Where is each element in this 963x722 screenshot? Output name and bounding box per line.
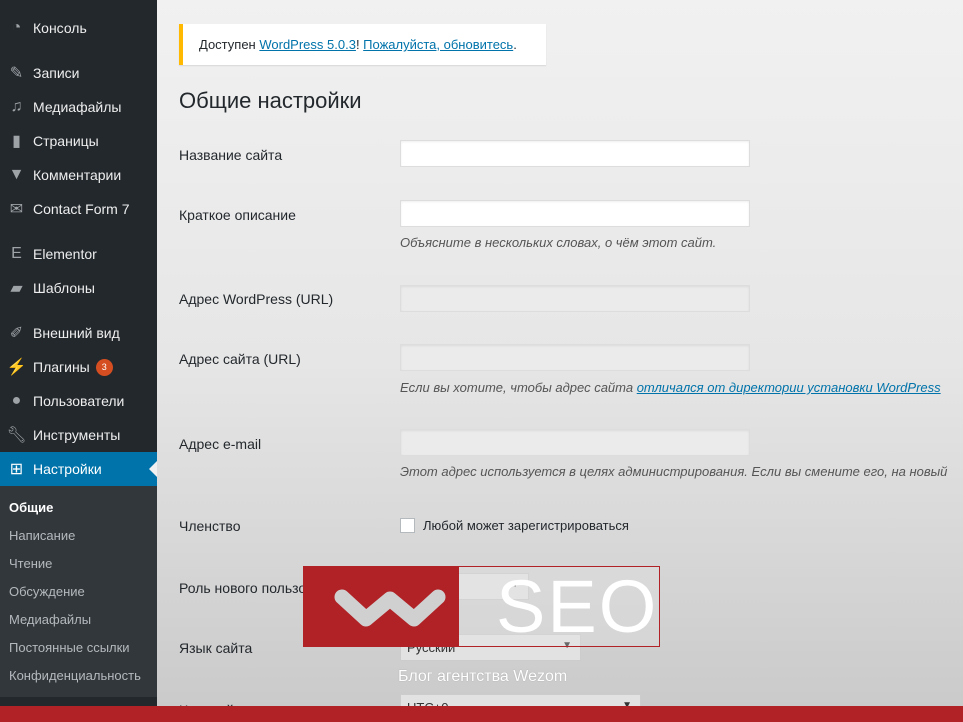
submenu-writing[interactable]: Написание bbox=[9, 528, 75, 543]
site-name-label: Название сайта bbox=[179, 147, 283, 163]
menu-contact-form[interactable]: ✉ Contact Form 7 bbox=[0, 192, 157, 226]
email-description: Этот адрес используется в целях админист… bbox=[400, 464, 948, 479]
notice-text: Доступен bbox=[199, 37, 260, 52]
elementor-icon: E bbox=[11, 245, 22, 262]
submenu-privacy[interactable]: Конфиденциальность bbox=[9, 668, 141, 683]
wezom-seo-watermark: SEO bbox=[303, 565, 660, 648]
email-label: Адрес e-mail bbox=[179, 436, 262, 452]
menu-label: Настройки bbox=[33, 461, 102, 477]
wrench-icon: 🔧︎ bbox=[6, 427, 27, 444]
tagline-description: Объясните в нескольких словах, о чём это… bbox=[400, 235, 717, 250]
submenu-reading[interactable]: Чтение bbox=[9, 556, 52, 571]
watermark-seo-text: SEO bbox=[496, 565, 659, 648]
user-icon: ● bbox=[11, 392, 22, 409]
site-url-description: Если вы хотите, чтобы адрес сайта отлича… bbox=[400, 380, 941, 395]
tagline-input[interactable] bbox=[400, 200, 750, 227]
menu-elementor[interactable]: E Elementor bbox=[0, 237, 157, 271]
site-name-input[interactable] bbox=[400, 140, 750, 167]
membership-label: Членство bbox=[179, 518, 241, 534]
update-count-badge: 3 bbox=[95, 358, 113, 376]
menu-appearance[interactable]: ✐ Внешний вид bbox=[0, 316, 157, 350]
submenu-discussion[interactable]: Обсуждение bbox=[9, 584, 85, 599]
menu-comments[interactable]: ▼ Комментарии bbox=[0, 158, 157, 192]
notice-text: . bbox=[513, 37, 517, 52]
media-icon: ♫ bbox=[10, 98, 23, 115]
email-input[interactable] bbox=[400, 429, 750, 456]
membership-checkbox-label: Любой может зарегистрироваться bbox=[423, 518, 629, 533]
settings-icon: ⊞ bbox=[9, 461, 24, 478]
update-link[interactable]: Пожалуйста, обновитесь bbox=[363, 37, 513, 52]
comment-icon: ▼ bbox=[8, 166, 25, 183]
menu-posts[interactable]: ✎ Записи bbox=[0, 56, 157, 90]
desc-text: Если вы хотите, чтобы адрес сайта bbox=[400, 380, 637, 395]
admin-sidebar: ◔ Консоль ✎ Записи ♫ Медиафайлы ▮ Страницы ▼… bbox=[0, 0, 157, 722]
wp-url-input[interactable] bbox=[400, 285, 750, 312]
menu-label: Консоль bbox=[33, 20, 87, 36]
menu-label: Плагины bbox=[33, 359, 90, 375]
plugin-icon: ⚡ bbox=[6, 359, 27, 376]
page-title: Общие настройки bbox=[179, 88, 362, 113]
tagline-label: Краткое описание bbox=[179, 207, 296, 223]
wp-url-label: Адрес WordPress (URL) bbox=[179, 291, 334, 307]
settings-submenu: Общие Написание Чтение Обсуждение Медиаф… bbox=[0, 486, 157, 697]
pin-icon: ✎ bbox=[9, 65, 24, 82]
watermark-logo bbox=[304, 567, 459, 647]
menu-label: Комментарии bbox=[33, 167, 122, 183]
menu-pages[interactable]: ▮ Страницы bbox=[0, 124, 157, 158]
site-url-label: Адрес сайта (URL) bbox=[179, 351, 301, 367]
watermark-bottom-bar bbox=[0, 706, 963, 722]
menu-label: Инструменты bbox=[33, 427, 121, 443]
wp-version-link[interactable]: WordPress 5.0.3 bbox=[259, 37, 356, 52]
menu-label: Пользователи bbox=[33, 393, 125, 409]
menu-label: Записи bbox=[33, 65, 80, 81]
submenu-general[interactable]: Общие bbox=[9, 500, 53, 515]
update-notice: Доступен WordPress 5.0.3! Пожалуйста, об… bbox=[179, 24, 546, 65]
dashboard-icon: ◔ bbox=[11, 19, 22, 36]
menu-label: Шаблоны bbox=[33, 280, 95, 296]
menu-users[interactable]: ● Пользователи bbox=[0, 384, 157, 418]
submenu-permalinks[interactable]: Постоянные ссылки bbox=[9, 640, 130, 655]
membership-checkbox[interactable] bbox=[400, 518, 415, 533]
wezom-logo-icon bbox=[334, 589, 446, 627]
menu-tools[interactable]: 🔧︎ Инструменты bbox=[0, 418, 157, 452]
site-url-help-link[interactable]: отличался от директории установки WordPr… bbox=[637, 380, 941, 395]
site-url-input[interactable] bbox=[400, 344, 750, 371]
menu-label: Медиафайлы bbox=[33, 99, 122, 115]
menu-label: Elementor bbox=[33, 246, 97, 262]
menu-settings[interactable]: ⊞ Настройки bbox=[0, 452, 157, 486]
watermark-subtitle: Блог агентства Wezom bbox=[398, 668, 568, 685]
folder-icon: ▰ bbox=[10, 280, 23, 297]
brush-icon: ✐ bbox=[9, 325, 24, 342]
menu-plugins[interactable]: ⚡ Плагины 3 bbox=[0, 350, 157, 384]
menu-label: Страницы bbox=[33, 133, 99, 149]
submenu-media[interactable]: Медиафайлы bbox=[9, 612, 91, 627]
menu-label: Внешний вид bbox=[33, 325, 120, 341]
menu-templates[interactable]: ▰ Шаблоны bbox=[0, 271, 157, 305]
mail-icon: ✉ bbox=[9, 201, 24, 218]
menu-label: Contact Form 7 bbox=[33, 201, 130, 217]
language-label: Язык сайта bbox=[179, 640, 253, 656]
menu-media[interactable]: ♫ Медиафайлы bbox=[0, 90, 157, 124]
menu-dashboard[interactable]: ◔ Консоль bbox=[0, 11, 157, 45]
pages-icon: ▮ bbox=[12, 133, 21, 150]
